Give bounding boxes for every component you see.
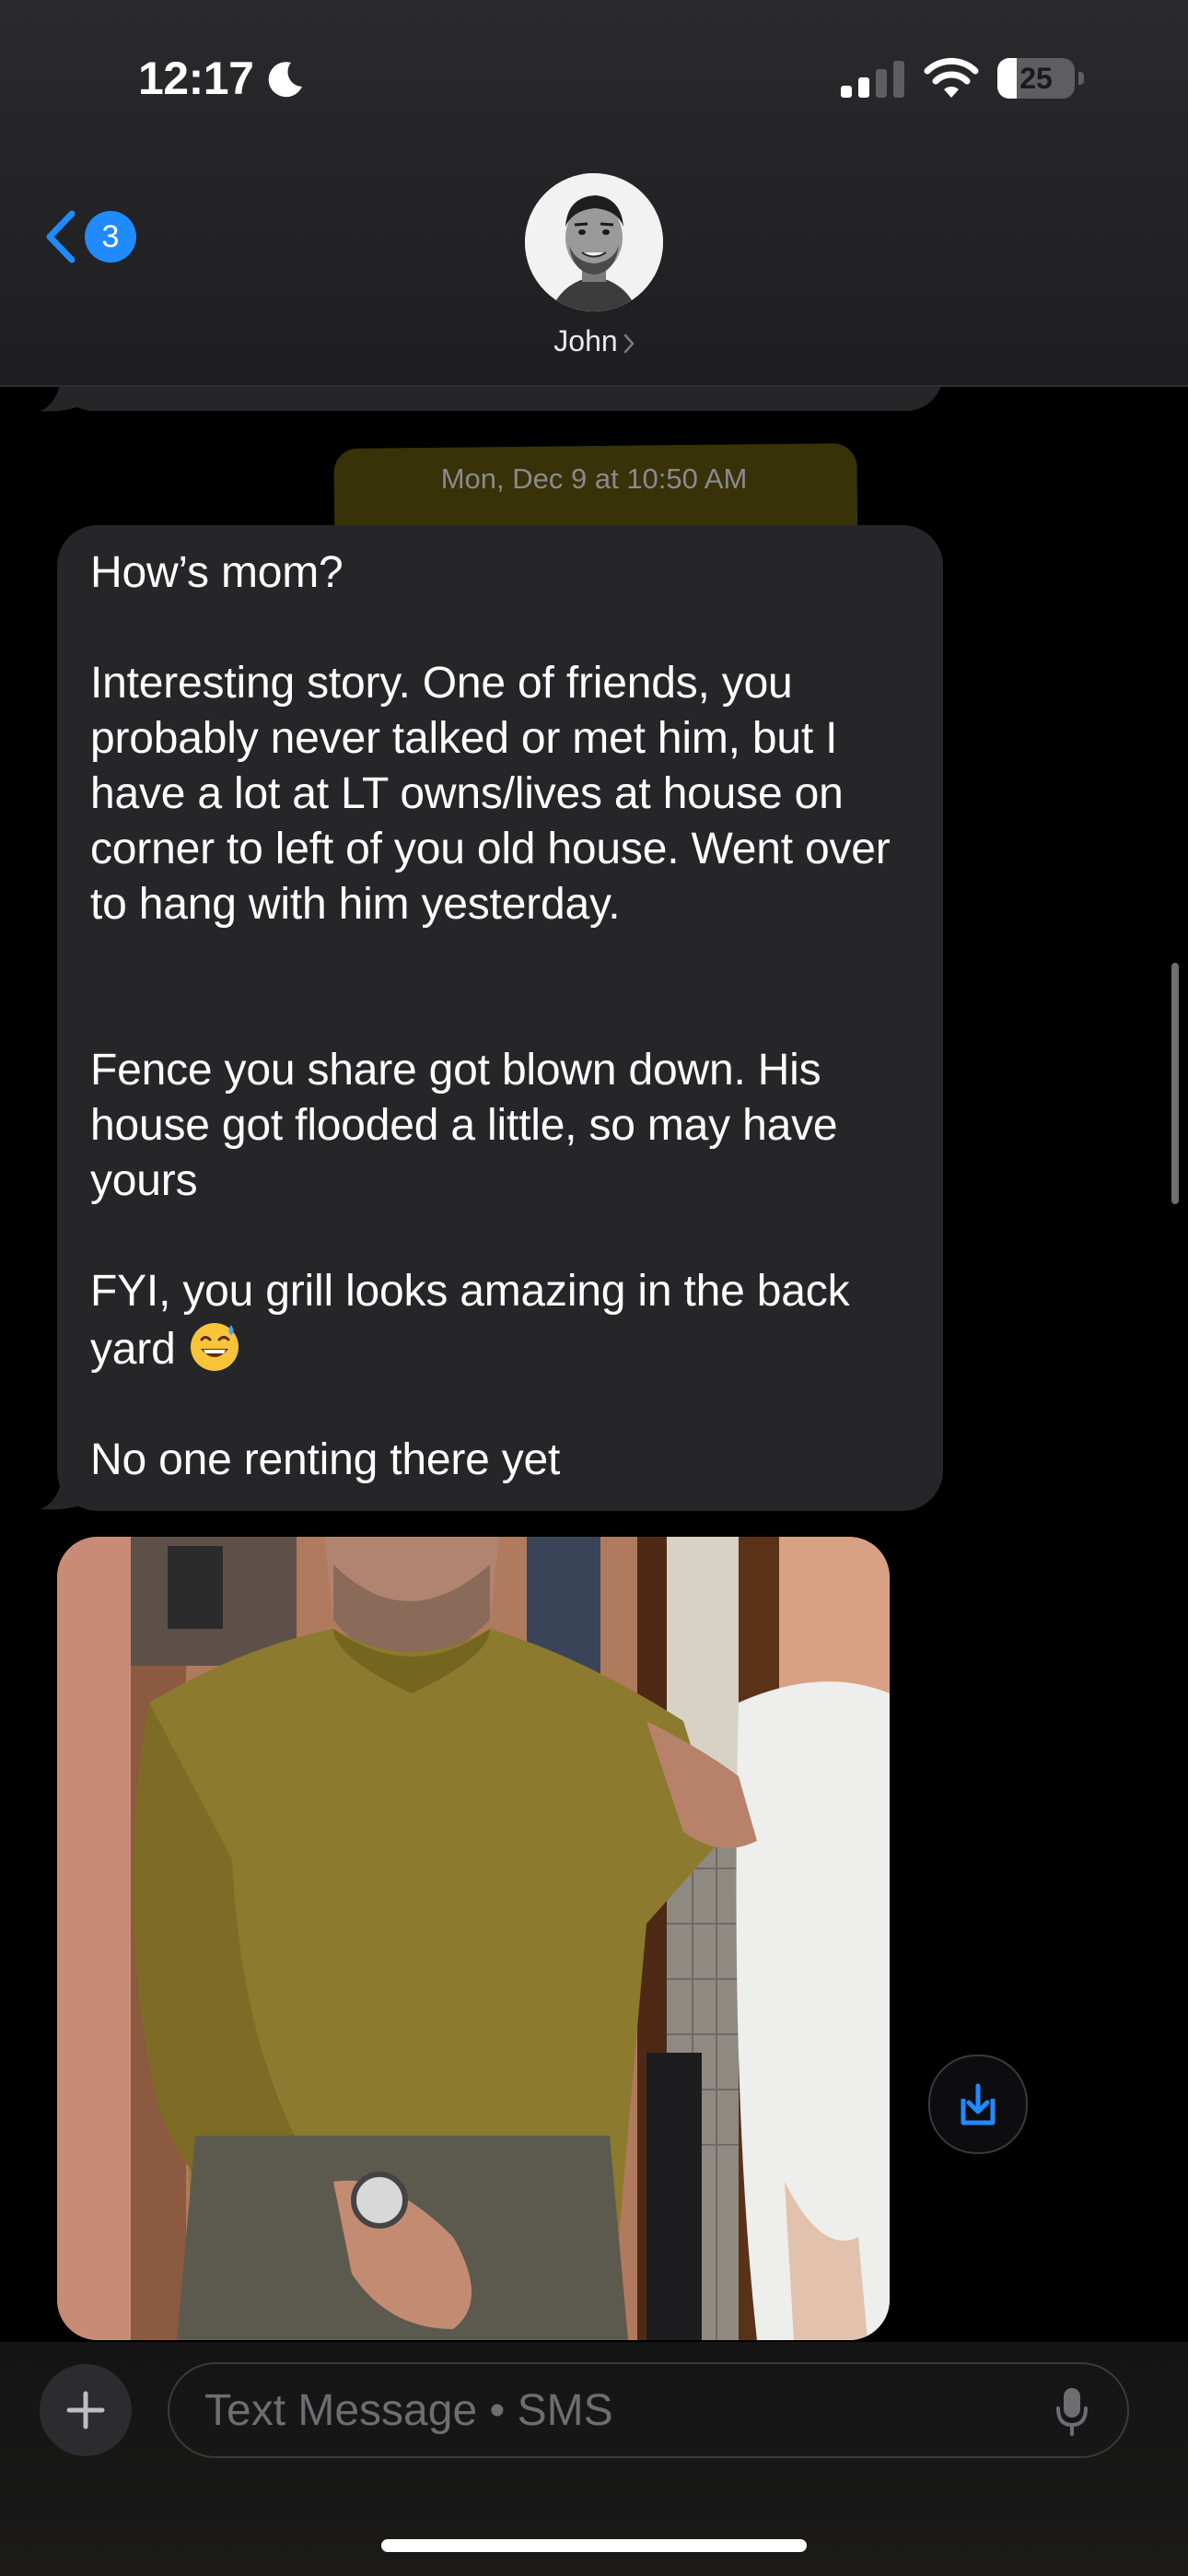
save-to-downloads-icon: [961, 2083, 996, 2125]
battery-level: 25: [1019, 62, 1053, 95]
message-input[interactable]: [168, 2362, 1129, 2458]
back-chevron-icon: [46, 210, 76, 263]
contact-name-button[interactable]: John: [502, 324, 686, 358]
save-attachment-button[interactable]: [928, 2055, 1028, 2154]
contact-chevron-icon: [623, 334, 635, 353]
add-attachment-button[interactable]: [40, 2364, 132, 2456]
message-text: How’s mom? Interesting story. One of fri…: [90, 545, 919, 1488]
timestamp-day: Mon, Dec 9: [440, 463, 588, 495]
message-text-main: How’s mom? Interesting story. One of fri…: [90, 548, 891, 1374]
conversation-header: 12:17 25 3 John: [0, 0, 1188, 387]
signal-icon: [841, 61, 904, 98]
battery-icon: 25: [997, 58, 1084, 99]
wifi-icon: [924, 57, 979, 98]
contact-name: John: [553, 324, 618, 357]
message-text-end: No one renting there yet: [90, 1435, 561, 1484]
grinning-face-with-sweat-emoji: [190, 1323, 239, 1371]
status-time: 12:17: [138, 53, 254, 104]
home-indicator[interactable]: [381, 2539, 807, 2552]
photo-attachment[interactable]: [57, 1537, 890, 2340]
message-tail: [41, 1474, 81, 1510]
timestamp-at: at: [587, 463, 627, 495]
back-button[interactable]: 3: [42, 205, 144, 269]
unread-count-badge: 3: [85, 211, 136, 263]
scroll-indicator[interactable]: [1171, 963, 1179, 1204]
contact-avatar[interactable]: [525, 173, 663, 311]
plus-icon: [66, 2391, 105, 2430]
moon-icon: [268, 62, 302, 98]
timestamp-time: 10:50 AM: [626, 463, 748, 495]
microphone-icon[interactable]: [1055, 2386, 1089, 2436]
message-timestamp: Mon, Dec 9 at 10:50 AM: [0, 463, 1188, 496]
